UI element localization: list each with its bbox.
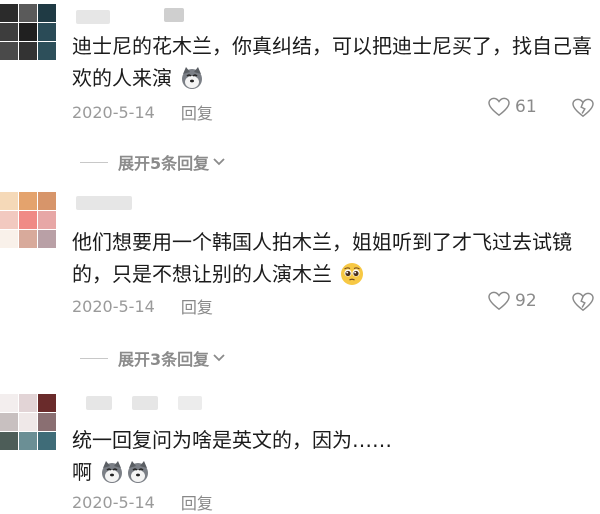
pleading-emoji-icon xyxy=(341,263,364,285)
avatar[interactable] xyxy=(0,192,56,248)
comment-text: 统一回复问为啥是英文的，因为…… 啊 xyxy=(72,424,592,488)
username-blurred[interactable] xyxy=(86,396,112,410)
like-count: 92 xyxy=(515,291,537,311)
comment-meta: 2020-5-14 回复 xyxy=(72,490,213,514)
username-blurred[interactable] xyxy=(76,10,110,24)
reply-button[interactable]: 回复 xyxy=(181,100,213,124)
avatar[interactable] xyxy=(0,4,56,60)
comment-text: 迪士尼的花木兰，你真纠结，可以把迪士尼买了，找自己喜欢的人来演 xyxy=(72,34,592,90)
comment-text: 他们想要用一个韩国人拍木兰，姐姐听到了才飞过去试镜的，只是不想让别的人演木兰 xyxy=(72,230,572,286)
comment-date: 2020-5-14 xyxy=(72,102,155,122)
expand-replies-label: 展开5条回复 xyxy=(118,154,210,173)
like-count: 61 xyxy=(515,97,537,117)
username-blurred[interactable] xyxy=(76,196,132,210)
like-button[interactable]: 92 xyxy=(488,291,537,311)
divider-line xyxy=(80,357,108,359)
username-blurred xyxy=(164,8,184,22)
husky-emoji-icon xyxy=(102,461,123,483)
chevron-down-icon xyxy=(213,354,225,362)
heart-icon xyxy=(488,291,510,311)
chevron-down-icon xyxy=(213,158,225,166)
username-blurred xyxy=(132,396,158,410)
reply-button[interactable]: 回复 xyxy=(181,490,213,514)
avatar[interactable] xyxy=(0,394,56,450)
comment-meta: 2020-5-14 回复 xyxy=(72,100,213,124)
husky-emoji-icon xyxy=(182,67,203,89)
expand-replies-button[interactable]: 展开5条回复 xyxy=(80,150,226,174)
dislike-icon[interactable] xyxy=(572,98,594,118)
reply-button[interactable]: 回复 xyxy=(181,294,213,318)
comment-date: 2020-5-14 xyxy=(72,296,155,316)
username-blurred xyxy=(178,396,202,410)
comment-text-line2: 啊 xyxy=(72,456,592,488)
comment-date: 2020-5-14 xyxy=(72,492,155,512)
comment-meta: 2020-5-14 回复 xyxy=(72,294,213,318)
expand-replies-label: 展开3条回复 xyxy=(118,350,210,369)
divider-line xyxy=(80,161,108,163)
dislike-icon[interactable] xyxy=(572,292,594,312)
husky-emoji-icon xyxy=(128,461,149,483)
expand-replies-button[interactable]: 展开3条回复 xyxy=(80,346,226,370)
heart-icon xyxy=(488,97,510,117)
like-button[interactable]: 61 xyxy=(488,97,537,117)
